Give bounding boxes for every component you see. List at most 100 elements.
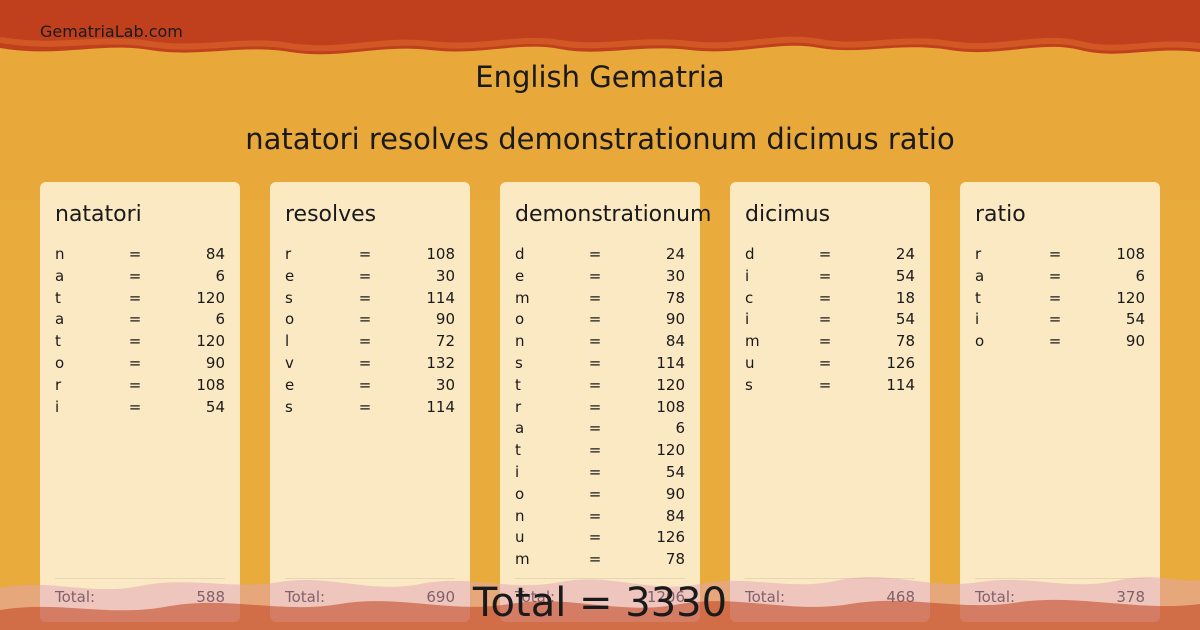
equals-sign: =: [358, 375, 372, 394]
equals-sign: =: [128, 375, 142, 394]
letter: n: [515, 506, 525, 525]
letter-row: t = 120: [55, 331, 225, 353]
letter-value: 30: [435, 375, 455, 394]
letter-row: a = 6: [975, 266, 1145, 288]
letter-row: a = 6: [55, 266, 225, 288]
letter-row: e = 30: [285, 375, 455, 397]
equals-sign: =: [818, 310, 832, 329]
letter: c: [745, 288, 754, 307]
letter: i: [975, 310, 980, 329]
divider: [975, 578, 1145, 579]
letter-row: n = 84: [55, 244, 225, 266]
letter: u: [745, 353, 755, 372]
equals-sign: =: [128, 353, 142, 372]
word-card-dicimus: dicimus d = 24 i = 54 c = 18 i = 54 m = 78 u = 126 s…: [730, 182, 930, 622]
letter: s: [515, 353, 523, 372]
word-card-demonstrationum: demonstrationum d = 24 e = 30 m = 78 o = 90 n = 84…: [500, 182, 711, 622]
letter-value: 126: [656, 528, 685, 547]
equals-sign: =: [1048, 332, 1062, 351]
letter-value: 120: [1116, 288, 1145, 307]
letter: r: [515, 397, 522, 416]
letter-value: 90: [435, 310, 455, 329]
letter: s: [285, 288, 293, 307]
equals-sign: =: [1048, 288, 1062, 307]
letter-row: r = 108: [55, 375, 225, 397]
letter-row: v = 132: [285, 353, 455, 375]
letter-row: t = 120: [515, 440, 685, 462]
letter-row: s = 114: [745, 375, 915, 397]
letter-value: 6: [1135, 266, 1145, 285]
letter-row: m = 78: [515, 288, 685, 310]
letter-row: n = 84: [515, 331, 685, 353]
letter-value: 54: [665, 462, 685, 481]
letter: i: [745, 266, 750, 285]
grand-total: Total = 3330: [472, 580, 728, 626]
equals-sign: =: [588, 332, 602, 351]
letter-list: n = 84 a = 6 t = 120 a = 6 t = 120 o = 90 r = 108 i = 54: [55, 244, 225, 418]
letter: o: [515, 484, 525, 503]
letter: i: [745, 310, 750, 329]
equals-sign: =: [128, 288, 142, 307]
letter-value: 126: [886, 353, 915, 372]
letter-row: d = 24: [515, 244, 685, 266]
letter-value: 120: [656, 375, 685, 394]
divider: [515, 578, 685, 579]
equals-sign: =: [588, 419, 602, 438]
letter: o: [285, 310, 295, 329]
equals-sign: =: [588, 375, 602, 394]
letter-value: 6: [675, 419, 685, 438]
equals-sign: =: [358, 310, 372, 329]
phrase-heading: natatori resolves demonstrationum dicimu…: [245, 122, 955, 156]
letter: a: [975, 266, 985, 285]
letter-row: u = 126: [515, 527, 685, 549]
letter: t: [55, 332, 61, 351]
letter-row: l = 72: [285, 331, 455, 353]
letter-row: i = 54: [975, 309, 1145, 331]
site-name[interactable]: GematriaLab.com: [40, 22, 183, 41]
letter: o: [515, 310, 525, 329]
word-card-natatori: natatori n = 84 a = 6 t = 120 a = 6 t = 120 o = 90 r…: [40, 182, 240, 622]
equals-sign: =: [358, 288, 372, 307]
letter: o: [975, 332, 985, 351]
equals-sign: =: [588, 266, 602, 285]
letter-value: 90: [665, 484, 685, 503]
letter: v: [285, 353, 294, 372]
letter-value: 6: [215, 266, 225, 285]
equals-sign: =: [588, 462, 602, 481]
equals-sign: =: [818, 353, 832, 372]
letter-value: 120: [656, 441, 685, 460]
equals-sign: =: [128, 266, 142, 285]
letter-value: 78: [895, 332, 915, 351]
equals-sign: =: [818, 375, 832, 394]
letter-value: 108: [1116, 245, 1145, 263]
letter: s: [285, 397, 293, 416]
equals-sign: =: [588, 441, 602, 460]
card-word: dicimus: [745, 202, 831, 227]
card-word: resolves: [285, 202, 377, 227]
letter: o: [55, 353, 65, 372]
letter-row: m = 78: [745, 331, 915, 353]
letter: m: [515, 550, 530, 569]
equals-sign: =: [358, 266, 372, 285]
letter-row: s = 114: [515, 353, 685, 375]
letter-value: 120: [196, 288, 225, 307]
letter: e: [285, 266, 295, 285]
letter: r: [55, 375, 62, 394]
equals-sign: =: [818, 332, 832, 351]
letter-value: 114: [656, 353, 685, 372]
letter-value: 108: [426, 245, 455, 263]
letter: m: [515, 288, 530, 307]
letter-list: d = 24 e = 30 m = 78 o = 90 n = 84 s = 114 t = 120 r = 1…: [515, 244, 685, 571]
letter-value: 24: [895, 245, 915, 263]
equals-sign: =: [1048, 310, 1062, 329]
page-title: English Gematria: [475, 60, 725, 94]
equals-sign: =: [818, 288, 832, 307]
letter-row: m = 78: [515, 549, 685, 571]
letter-value: 54: [205, 397, 225, 416]
card-word: natatori: [55, 202, 142, 227]
letter: t: [975, 288, 981, 307]
letter: e: [515, 266, 525, 285]
letter: d: [515, 245, 525, 263]
letter-value: 54: [1125, 310, 1145, 329]
letter-row: r = 108: [975, 244, 1145, 266]
